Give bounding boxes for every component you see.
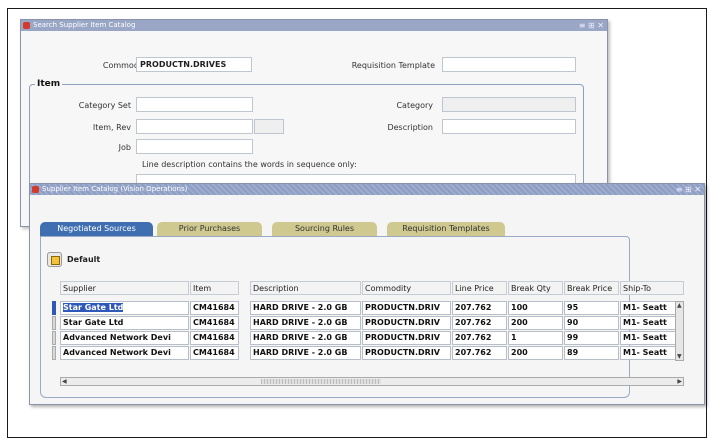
table-cell-item[interactable]: CM41684 bbox=[190, 316, 239, 330]
table-cell-commodity[interactable]: PRODUCTN.DRIV bbox=[362, 316, 451, 330]
item-field[interactable] bbox=[136, 119, 253, 134]
item-group-title: Item bbox=[35, 79, 63, 89]
scroll-up-icon[interactable]: ▲ bbox=[677, 302, 682, 309]
window-controls-icon[interactable]: ≡ ⊞ ✕ bbox=[579, 20, 604, 31]
column-header-ship-to[interactable]: Ship-To bbox=[620, 281, 684, 295]
description-field[interactable] bbox=[442, 119, 576, 134]
table-cell-description[interactable]: HARD DRIVE - 2.0 GB bbox=[250, 346, 361, 360]
column-header-break-price[interactable]: Break Price bbox=[564, 281, 619, 295]
column-header-line-price[interactable]: Line Price bbox=[452, 281, 507, 295]
search-window-titlebar[interactable]: Search Supplier Item Catalog ≡ ⊞ ✕ bbox=[21, 20, 607, 31]
table-cell-item[interactable]: CM41684 bbox=[190, 346, 239, 360]
row-indicator[interactable] bbox=[52, 301, 56, 315]
table-cell-supplier[interactable]: Advanced Network Devi bbox=[60, 331, 189, 345]
table-cell-line-price[interactable]: 207.762 bbox=[452, 346, 507, 360]
job-field[interactable] bbox=[136, 139, 253, 154]
table-cell-commodity[interactable]: PRODUCTN.DRIV bbox=[362, 331, 451, 345]
table-cell-commodity[interactable]: PRODUCTN.DRIV bbox=[362, 346, 451, 360]
table-cell-break-qty[interactable]: 100 bbox=[508, 301, 563, 315]
scroll-right-icon[interactable]: ▶ bbox=[677, 378, 682, 385]
table-cell-line-price[interactable]: 207.762 bbox=[452, 316, 507, 330]
row-indicator[interactable] bbox=[52, 346, 56, 360]
row-indicator[interactable] bbox=[52, 331, 56, 345]
supplier-item-catalog-window: Supplier Item Catalog (Vision Operations… bbox=[29, 183, 705, 405]
description-label: Description bbox=[387, 123, 433, 132]
table-cell-break-price[interactable]: 89 bbox=[564, 346, 619, 360]
table-cell-supplier[interactable]: Star Gate Ltd bbox=[60, 316, 189, 330]
search-window-title: Search Supplier Item Catalog bbox=[33, 21, 136, 29]
category-label: Category bbox=[396, 101, 433, 110]
tab-prior-purchases[interactable]: Prior Purchases bbox=[157, 222, 262, 236]
column-header-supplier[interactable]: Supplier bbox=[60, 281, 189, 295]
table-cell-description[interactable]: HARD DRIVE - 2.0 GB bbox=[250, 331, 361, 345]
column-header-item[interactable]: Item bbox=[190, 281, 239, 295]
item-rev-label: Item, Rev bbox=[92, 123, 131, 132]
grid-horizontal-scrollbar[interactable]: ◀ ▶ bbox=[60, 377, 684, 386]
table-cell-line-price[interactable]: 207.762 bbox=[452, 301, 507, 315]
requisition-template-field[interactable] bbox=[442, 57, 576, 72]
oracle-app-icon bbox=[23, 22, 30, 29]
table-cell-description[interactable]: HARD DRIVE - 2.0 GB bbox=[250, 316, 361, 330]
document-icon bbox=[51, 256, 60, 265]
catalog-window-title: Supplier Item Catalog (Vision Operations… bbox=[42, 185, 188, 193]
selected-supplier-text: Star Gate Ltd bbox=[63, 303, 124, 312]
category-set-label: Category Set bbox=[78, 101, 131, 110]
table-cell-line-price[interactable]: 207.762 bbox=[452, 331, 507, 345]
catalog-window-titlebar[interactable]: Supplier Item Catalog (Vision Operations… bbox=[30, 184, 704, 195]
table-cell-item[interactable]: CM41684 bbox=[190, 301, 239, 315]
revision-field[interactable] bbox=[254, 119, 284, 134]
scroll-thumb[interactable] bbox=[261, 379, 381, 384]
window-controls-icon[interactable]: ≡ ⊞ ✕ bbox=[676, 184, 701, 195]
table-cell-break-price[interactable]: 90 bbox=[564, 316, 619, 330]
scroll-left-icon[interactable]: ◀ bbox=[62, 378, 67, 385]
grid-vertical-scrollbar[interactable]: ▲ ▼ bbox=[675, 301, 684, 361]
table-cell-break-qty[interactable]: 200 bbox=[508, 346, 563, 360]
line-description-note: Line description contains the words in s… bbox=[142, 160, 357, 169]
tab-requisition-templates[interactable]: Requisition Templates bbox=[387, 222, 505, 236]
category-field[interactable] bbox=[442, 97, 576, 112]
table-cell-description[interactable]: HARD DRIVE - 2.0 GB bbox=[250, 301, 361, 315]
table-cell-break-qty[interactable]: 1 bbox=[508, 331, 563, 345]
requisition-template-label: Requisition Template bbox=[351, 61, 435, 70]
tab-negotiated-sources[interactable]: Negotiated Sources bbox=[40, 222, 153, 236]
table-cell-commodity[interactable]: PRODUCTN.DRIV bbox=[362, 301, 451, 315]
table-cell-supplier[interactable]: Star Gate Ltd bbox=[60, 301, 189, 315]
table-cell-item[interactable]: CM41684 bbox=[190, 331, 239, 345]
default-button[interactable] bbox=[47, 252, 62, 267]
default-label: Default bbox=[67, 255, 101, 264]
column-header-break-qty[interactable]: Break Qty bbox=[508, 281, 563, 295]
row-indicator[interactable] bbox=[52, 316, 56, 330]
table-cell-break-price[interactable]: 95 bbox=[564, 301, 619, 315]
category-set-field[interactable] bbox=[136, 97, 253, 112]
commodity-field[interactable]: PRODUCTN.DRIVES bbox=[136, 57, 252, 72]
table-cell-supplier[interactable]: Advanced Network Devi bbox=[60, 346, 189, 360]
table-cell-break-price[interactable]: 99 bbox=[564, 331, 619, 345]
oracle-app-icon bbox=[32, 186, 39, 193]
column-header-commodity[interactable]: Commodity bbox=[362, 281, 451, 295]
column-header-description[interactable]: Description bbox=[250, 281, 361, 295]
tab-sourcing-rules[interactable]: Sourcing Rules bbox=[272, 222, 377, 236]
scroll-down-icon[interactable]: ▼ bbox=[677, 353, 682, 360]
table-cell-break-qty[interactable]: 200 bbox=[508, 316, 563, 330]
job-label: Job bbox=[118, 143, 131, 152]
